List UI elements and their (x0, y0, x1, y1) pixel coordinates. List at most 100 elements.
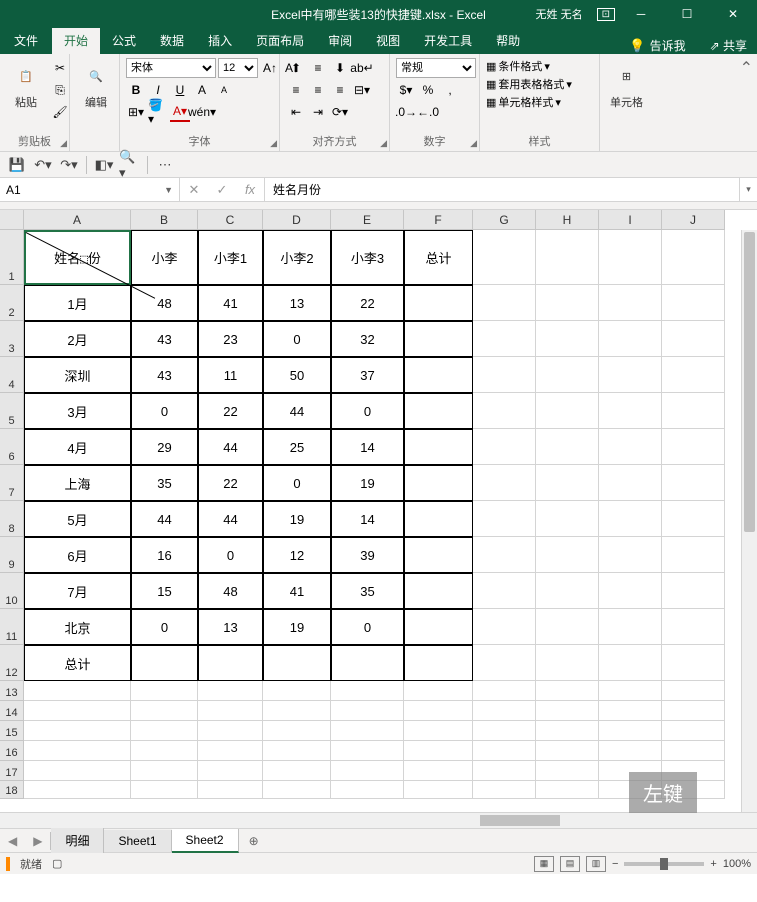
wrap-text-button[interactable]: ab↵ (352, 58, 372, 78)
col-header-F[interactable]: F (404, 210, 473, 229)
cell-C17[interactable] (198, 761, 263, 781)
cell-B12[interactable] (131, 645, 198, 681)
row-header-14[interactable]: 14 (0, 701, 23, 721)
cell-H16[interactable] (536, 741, 599, 761)
cell-A17[interactable] (24, 761, 131, 781)
cell-B18[interactable] (131, 781, 198, 799)
cell-A15[interactable] (24, 721, 131, 741)
cell-B4[interactable]: 43 (131, 357, 198, 393)
cell-D16[interactable] (263, 741, 331, 761)
cell-J8[interactable] (662, 501, 725, 537)
cell-H15[interactable] (536, 721, 599, 741)
cell-A9[interactable]: 6月 (24, 537, 131, 573)
tab-data[interactable]: 数据 (148, 27, 196, 54)
edit-button[interactable]: 🔍 编辑 (76, 58, 116, 112)
phonetic-button[interactable]: wén▾ (192, 102, 212, 122)
cell-B14[interactable] (131, 701, 198, 721)
maximize-button[interactable]: ☐ (667, 0, 707, 28)
cell-J1[interactable] (662, 230, 725, 285)
cell-F2[interactable] (404, 285, 473, 321)
cell-B1[interactable]: 小李 (131, 230, 198, 285)
cell-E6[interactable]: 14 (331, 429, 404, 465)
row-header-17[interactable]: 17 (0, 761, 23, 781)
align-center-button[interactable]: ≡ (308, 80, 328, 100)
table-format-button[interactable]: ▦ 套用表格格式▾ (486, 76, 572, 92)
cell-J11[interactable] (662, 609, 725, 645)
page-layout-button[interactable]: ▤ (560, 856, 580, 872)
cell-H8[interactable] (536, 501, 599, 537)
col-header-I[interactable]: I (599, 210, 662, 229)
sheet-nav-prev[interactable]: ◀ (0, 834, 25, 848)
cell-D1[interactable]: 小李2 (263, 230, 331, 285)
number-format-select[interactable]: 常规 (396, 58, 476, 78)
cell-J14[interactable] (662, 701, 725, 721)
cut-button[interactable]: ✂ (50, 58, 70, 78)
cell-J9[interactable] (662, 537, 725, 573)
cell-D14[interactable] (263, 701, 331, 721)
cell-I15[interactable] (599, 721, 662, 741)
cell-F7[interactable] (404, 465, 473, 501)
cell-G1[interactable] (473, 230, 536, 285)
border-button[interactable]: ⊞▾ (126, 102, 146, 122)
cell-B5[interactable]: 0 (131, 393, 198, 429)
tab-formulas[interactable]: 公式 (100, 27, 148, 54)
cell-I12[interactable] (599, 645, 662, 681)
cell-C9[interactable]: 0 (198, 537, 263, 573)
cell-D13[interactable] (263, 681, 331, 701)
cell-E7[interactable]: 19 (331, 465, 404, 501)
cell-B11[interactable]: 0 (131, 609, 198, 645)
cell-A5[interactable]: 3月 (24, 393, 131, 429)
align-launcher[interactable]: ◢ (380, 138, 387, 149)
cell-C14[interactable] (198, 701, 263, 721)
cell-H6[interactable] (536, 429, 599, 465)
cell-G12[interactable] (473, 645, 536, 681)
copy-button[interactable]: ⎘ (50, 80, 70, 100)
row-header-12[interactable]: 12 (0, 645, 23, 681)
col-header-H[interactable]: H (536, 210, 599, 229)
cell-A1[interactable]: 姓名⬚份 (24, 230, 131, 285)
row-header-9[interactable]: 9 (0, 537, 23, 573)
cell-F1[interactable]: 总计 (404, 230, 473, 285)
chevron-down-icon[interactable]: ▼ (164, 185, 173, 195)
clipboard-launcher[interactable]: ◢ (60, 138, 67, 149)
cell-E4[interactable]: 37 (331, 357, 404, 393)
cell-D11[interactable]: 19 (263, 609, 331, 645)
sheet-tab-1[interactable]: 明细 (51, 828, 104, 853)
cell-G14[interactable] (473, 701, 536, 721)
row-header-11[interactable]: 11 (0, 609, 23, 645)
cell-F11[interactable] (404, 609, 473, 645)
cell-I13[interactable] (599, 681, 662, 701)
tab-file[interactable]: 文件 (0, 27, 52, 54)
cell-D15[interactable] (263, 721, 331, 741)
cell-B7[interactable]: 35 (131, 465, 198, 501)
minimize-button[interactable]: ─ (621, 0, 661, 28)
cell-G16[interactable] (473, 741, 536, 761)
cell-J12[interactable] (662, 645, 725, 681)
row-header-13[interactable]: 13 (0, 681, 23, 701)
cell-A16[interactable] (24, 741, 131, 761)
cell-E18[interactable] (331, 781, 404, 799)
add-sheet-button[interactable]: ⊕ (239, 834, 269, 848)
cell-I3[interactable] (599, 321, 662, 357)
cell-A11[interactable]: 北京 (24, 609, 131, 645)
cell-E3[interactable]: 32 (331, 321, 404, 357)
redo-button[interactable]: ↷▾ (58, 154, 80, 176)
cell-E10[interactable]: 35 (331, 573, 404, 609)
cell-H1[interactable] (536, 230, 599, 285)
cell-I10[interactable] (599, 573, 662, 609)
cell-I9[interactable] (599, 537, 662, 573)
cell-G6[interactable] (473, 429, 536, 465)
row-header-8[interactable]: 8 (0, 501, 23, 537)
cell-I6[interactable] (599, 429, 662, 465)
cell-A2[interactable]: 1月 (24, 285, 131, 321)
paste-button[interactable]: 📋 粘贴 (6, 58, 46, 112)
vertical-scrollbar[interactable] (741, 230, 757, 812)
fx-button[interactable]: fx (236, 182, 264, 197)
cell-J4[interactable] (662, 357, 725, 393)
cell-B17[interactable] (131, 761, 198, 781)
cell-D6[interactable]: 25 (263, 429, 331, 465)
cell-C2[interactable]: 41 (198, 285, 263, 321)
cell-G18[interactable] (473, 781, 536, 799)
col-header-G[interactable]: G (473, 210, 536, 229)
cell-F5[interactable] (404, 393, 473, 429)
